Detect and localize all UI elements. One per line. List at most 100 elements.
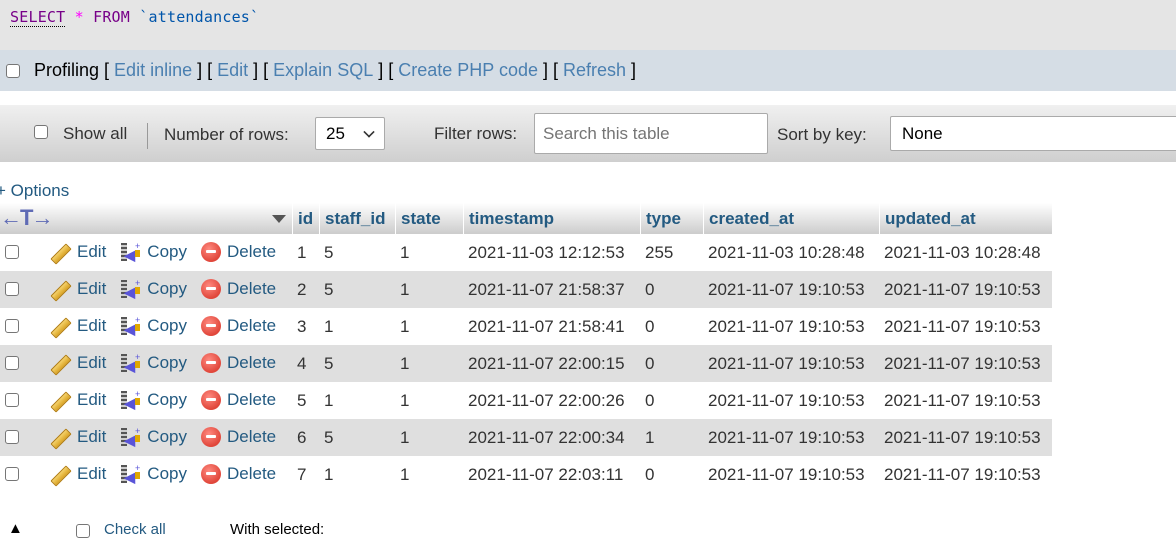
- column-header-type[interactable]: type: [640, 203, 703, 234]
- column-header-created-at[interactable]: created_at: [703, 203, 879, 234]
- rows-per-page-select[interactable]: 25: [315, 117, 385, 150]
- cell-staff-id[interactable]: 5: [319, 234, 395, 271]
- row-checkbox[interactable]: [5, 466, 19, 481]
- cell-created-at[interactable]: 2021-11-07 19:10:53: [703, 382, 879, 419]
- cell-state[interactable]: 1: [395, 382, 463, 419]
- cell-created-at[interactable]: 2021-11-07 19:10:53: [703, 271, 879, 308]
- cell-state[interactable]: 1: [395, 419, 463, 456]
- show-all-label[interactable]: Show all: [63, 124, 127, 144]
- edit-row-button[interactable]: Edit: [51, 279, 106, 299]
- row-checkbox[interactable]: [5, 318, 19, 333]
- cell-staff-id[interactable]: 1: [319, 308, 395, 345]
- cell-updated-at[interactable]: 2021-11-07 19:10:53: [879, 308, 1052, 345]
- sql-keyword-select[interactable]: SELECT: [10, 8, 66, 27]
- column-resize-icon[interactable]: ←T→: [0, 205, 53, 231]
- cell-timestamp[interactable]: 2021-11-07 21:58:41: [463, 308, 640, 345]
- explain-sql-link[interactable]: Explain SQL: [273, 60, 373, 81]
- edit-row-button[interactable]: Edit: [51, 390, 106, 410]
- row-checkbox[interactable]: [5, 392, 19, 407]
- cell-id[interactable]: 1: [292, 234, 319, 271]
- cell-created-at[interactable]: 2021-11-07 19:10:53: [703, 419, 879, 456]
- delete-row-button[interactable]: Delete: [200, 352, 276, 373]
- cell-state[interactable]: 1: [395, 345, 463, 382]
- row-checkbox[interactable]: [5, 429, 19, 444]
- column-header-id[interactable]: id: [292, 203, 319, 234]
- cell-type[interactable]: 1: [640, 419, 703, 456]
- cell-id[interactable]: 2: [292, 271, 319, 308]
- cell-timestamp[interactable]: 2021-11-07 22:00:15: [463, 345, 640, 382]
- cell-updated-at[interactable]: 2021-11-03 10:28:48: [879, 234, 1052, 271]
- cell-type[interactable]: 0: [640, 382, 703, 419]
- copy-row-button[interactable]: ◀ + Copy: [120, 241, 187, 262]
- cell-updated-at[interactable]: 2021-11-07 19:10:53: [879, 382, 1052, 419]
- sort-dropdown-icon[interactable]: [272, 215, 286, 223]
- copy-row-button[interactable]: ◀ + Copy: [120, 463, 187, 484]
- edit-row-button[interactable]: Edit: [51, 427, 106, 447]
- cell-id[interactable]: 7: [292, 456, 319, 493]
- cell-staff-id[interactable]: 1: [319, 456, 395, 493]
- sort-by-key-select[interactable]: None: [890, 116, 1176, 151]
- table-row[interactable]: Edit ◀ + Copy Delete 4 5 1 2021-11-07 22:00:15 0 2…: [0, 345, 1052, 382]
- copy-row-button[interactable]: ◀ + Copy: [120, 426, 187, 447]
- row-checkbox[interactable]: [5, 281, 19, 296]
- edit-link[interactable]: Edit: [217, 60, 248, 81]
- cell-staff-id[interactable]: 5: [319, 345, 395, 382]
- cell-updated-at[interactable]: 2021-11-07 19:10:53: [879, 345, 1052, 382]
- row-checkbox[interactable]: [5, 244, 19, 259]
- cell-type[interactable]: 0: [640, 308, 703, 345]
- copy-row-button[interactable]: ◀ + Copy: [120, 315, 187, 336]
- row-checkbox[interactable]: [5, 355, 19, 370]
- copy-row-button[interactable]: ◀ + Copy: [120, 389, 187, 410]
- cell-state[interactable]: 1: [395, 308, 463, 345]
- table-row[interactable]: Edit ◀ + Copy Delete 1 5 1 2021-11-03 12:12:53 25…: [0, 234, 1052, 271]
- table-row[interactable]: Edit ◀ + Copy Delete 7 1 1 2021-11-07 22:03:11 0 2…: [0, 456, 1052, 493]
- cell-id[interactable]: 3: [292, 308, 319, 345]
- cell-staff-id[interactable]: 5: [319, 419, 395, 456]
- cell-state[interactable]: 1: [395, 271, 463, 308]
- refresh-link[interactable]: Refresh: [563, 60, 626, 81]
- cell-timestamp[interactable]: 2021-11-07 22:03:11: [463, 456, 640, 493]
- cell-type[interactable]: 0: [640, 456, 703, 493]
- edit-row-button[interactable]: Edit: [51, 316, 106, 336]
- copy-row-button[interactable]: ◀ + Copy: [120, 352, 187, 373]
- edit-inline-link[interactable]: Edit inline: [114, 60, 192, 81]
- copy-row-button[interactable]: ◀ + Copy: [120, 278, 187, 299]
- delete-row-button[interactable]: Delete: [200, 241, 276, 262]
- cell-created-at[interactable]: 2021-11-07 19:10:53: [703, 308, 879, 345]
- column-header-staff-id[interactable]: staff_id: [319, 203, 395, 234]
- column-header-updated-at[interactable]: updated_at: [879, 203, 1052, 234]
- sql-query[interactable]: SELECT * FROM `attendances`: [10, 8, 259, 27]
- cell-state[interactable]: 1: [395, 456, 463, 493]
- table-row[interactable]: Edit ◀ + Copy Delete 2 5 1 2021-11-07 21:58:37 0 2…: [0, 271, 1052, 308]
- delete-row-button[interactable]: Delete: [200, 315, 276, 336]
- check-all-label[interactable]: Check all: [104, 521, 166, 538]
- column-header-timestamp[interactable]: timestamp: [463, 203, 640, 234]
- cell-created-at[interactable]: 2021-11-07 19:10:53: [703, 456, 879, 493]
- table-row[interactable]: Edit ◀ + Copy Delete 6 5 1 2021-11-07 22:00:34 1 2…: [0, 419, 1052, 456]
- column-header-state[interactable]: state: [395, 203, 463, 234]
- cell-type[interactable]: 255: [640, 234, 703, 271]
- cell-updated-at[interactable]: 2021-11-07 19:10:53: [879, 271, 1052, 308]
- delete-row-button[interactable]: Delete: [200, 426, 276, 447]
- cell-id[interactable]: 6: [292, 419, 319, 456]
- cell-created-at[interactable]: 2021-11-03 10:28:48: [703, 234, 879, 271]
- cell-updated-at[interactable]: 2021-11-07 19:10:53: [879, 419, 1052, 456]
- delete-row-button[interactable]: Delete: [200, 389, 276, 410]
- cell-staff-id[interactable]: 5: [319, 271, 395, 308]
- cell-timestamp[interactable]: 2021-11-07 22:00:26: [463, 382, 640, 419]
- cell-timestamp[interactable]: 2021-11-07 21:58:37: [463, 271, 640, 308]
- delete-row-button[interactable]: Delete: [200, 463, 276, 484]
- profiling-checkbox[interactable]: [6, 63, 20, 78]
- create-php-code-link[interactable]: Create PHP code: [398, 60, 538, 81]
- table-row[interactable]: Edit ◀ + Copy Delete 3 1 1 2021-11-07 21:58:41 0 2…: [0, 308, 1052, 345]
- table-row[interactable]: Edit ◀ + Copy Delete 5 1 1 2021-11-07 22:00:26 0 2…: [0, 382, 1052, 419]
- delete-row-button[interactable]: Delete: [200, 278, 276, 299]
- cell-timestamp[interactable]: 2021-11-07 22:00:34: [463, 419, 640, 456]
- edit-row-button[interactable]: Edit: [51, 353, 106, 373]
- cell-id[interactable]: 4: [292, 345, 319, 382]
- cell-state[interactable]: 1: [395, 234, 463, 271]
- options-toggle-link[interactable]: + Options: [0, 181, 69, 201]
- filter-rows-input[interactable]: [534, 113, 768, 154]
- cell-type[interactable]: 0: [640, 271, 703, 308]
- edit-row-button[interactable]: Edit: [51, 242, 106, 262]
